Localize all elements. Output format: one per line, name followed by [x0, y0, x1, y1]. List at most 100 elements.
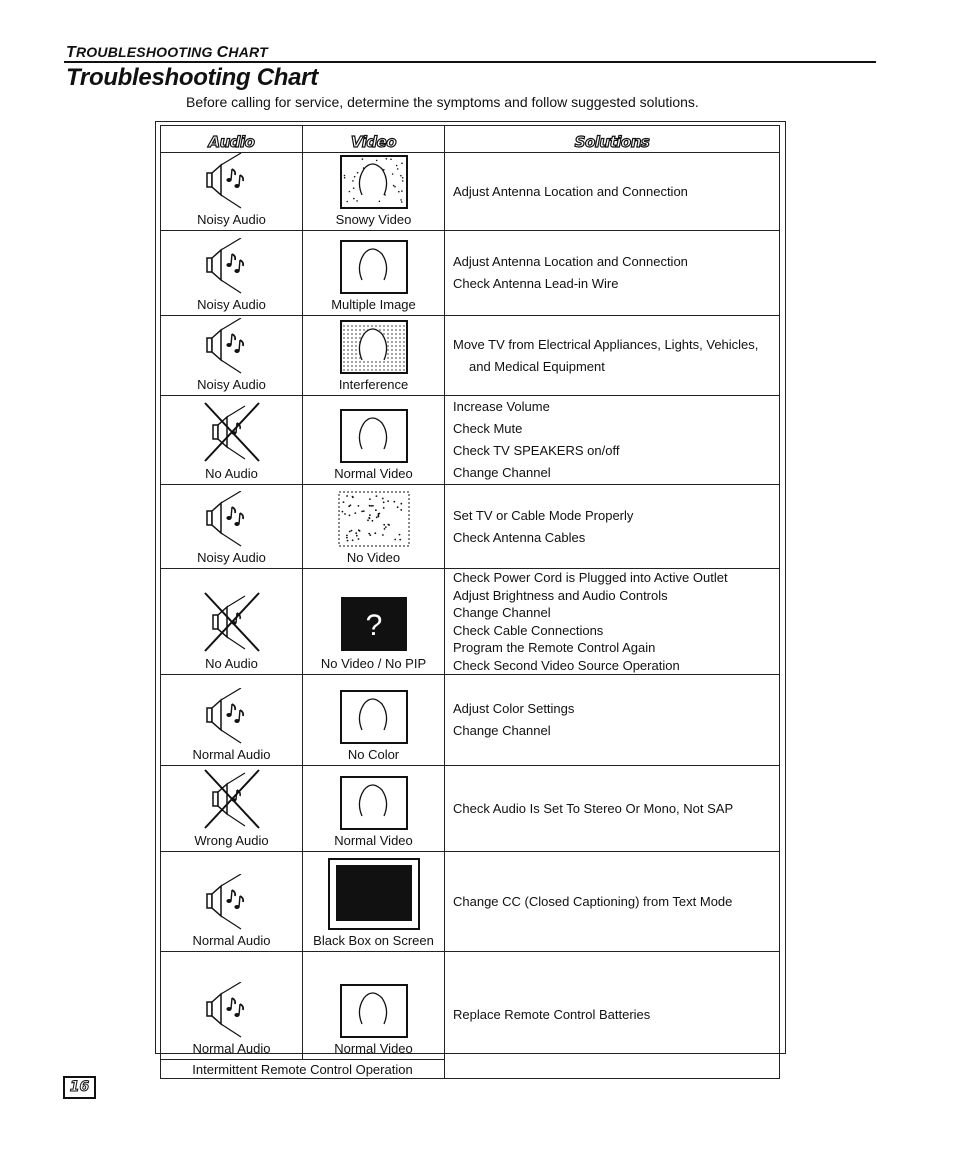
table-row: Normal Audio Normal Video Replace Remote … — [160, 951, 780, 1079]
audio-symptom-cell: No Audio — [160, 568, 303, 675]
solution-item: Adjust Antenna Location and Connection — [453, 254, 688, 269]
audio-symptom-cell: Noisy Audio — [160, 152, 303, 231]
video-symptom-label: Multiple Image — [331, 297, 416, 312]
video-symptom-label: Normal Video — [334, 833, 413, 848]
solutions-cell: Check Power Cord is Plugged into Active … — [444, 568, 780, 675]
solution-item: Replace Remote Control Batteries — [453, 1007, 651, 1022]
audio-symptom-cell: Normal Audio — [160, 851, 303, 952]
video-symptom-label: No Color — [347, 747, 400, 762]
video-symptom-label: Normal Video — [334, 1041, 413, 1056]
snowy-tv-icon — [303, 155, 444, 212]
video-symptom-label: Interference — [338, 377, 409, 392]
speaker-crossed-icon — [161, 399, 302, 466]
audio-symptom-cell: Normal Audio — [160, 674, 303, 766]
intro-text: Before calling for service, determine th… — [186, 94, 699, 110]
solutions-cell: Move TV from Electrical Appliances, Ligh… — [444, 315, 780, 396]
solution-item: Check Mute — [453, 421, 523, 436]
solution-item: Change Channel — [453, 465, 551, 480]
solution-item: Check Power Cord is Plugged into Active … — [453, 570, 728, 585]
multiple-image-tv-icon — [303, 240, 444, 297]
video-symptom-cell: Multiple Image — [302, 230, 445, 316]
interference-tv-icon — [303, 320, 444, 377]
video-symptom-cell: Black Box on Screen — [302, 851, 445, 952]
speaker-crossed-icon — [161, 766, 302, 833]
audio-symptom-cell: Noisy Audio — [160, 315, 303, 396]
speaker-notes-icon — [161, 317, 302, 377]
speaker-notes-icon — [161, 490, 302, 550]
solutions-cell: Set TV or Cable Mode Properly Check Anten… — [444, 484, 780, 569]
table-row: Noisy Audio Multiple Image Adjust Antenna… — [160, 230, 780, 316]
audio-symptom-cell: Noisy Audio — [160, 230, 303, 316]
video-symptom-label: Normal Video — [334, 466, 413, 481]
audio-symptom-label: Noisy Audio — [197, 297, 266, 312]
solution-item: Adjust Color Settings — [453, 701, 575, 716]
solution-item: Move TV from Electrical Appliances, Ligh… — [453, 336, 759, 352]
audio-symptom-cell: No Audio — [160, 395, 303, 485]
video-symptom-cell: Snowy Video — [302, 152, 445, 231]
video-symptom-cell: Normal Video — [302, 951, 445, 1060]
audio-symptom-label: Normal Audio — [192, 747, 271, 762]
solution-item: Program the Remote Control Again — [453, 640, 656, 655]
video-symptom-label: Black Box on Screen — [313, 933, 434, 948]
audio-symptom-cell: Wrong Audio — [160, 765, 303, 852]
video-symptom-label: No Video / No PIP — [320, 656, 427, 671]
video-symptom-cell: Interference — [302, 315, 445, 396]
solution-item: Adjust Brightness and Audio Controls — [453, 587, 668, 603]
table-row: Normal Audio Black Box on Screen Change CC… — [160, 851, 780, 952]
solution-item: Check Second Video Source Operation — [453, 657, 680, 673]
video-symptom-label: No Video — [346, 550, 401, 565]
solution-item: Change Channel — [453, 605, 551, 620]
audio-symptom-label: Normal Audio — [192, 1041, 271, 1056]
solution-item: Check TV SPEAKERS on/off — [453, 443, 620, 458]
audio-symptom-label: Noisy Audio — [197, 212, 266, 227]
solution-item: Check Antenna Lead-in Wire — [453, 276, 619, 291]
troubleshooting-table: Audio Video Solutions Noisy Audio Snowy … — [160, 125, 780, 1079]
column-header-solutions: Solutions — [444, 125, 780, 153]
table-row: No Audio? No Video / No PIP Check Power Co… — [160, 568, 780, 675]
audio-symptom-label: No Audio — [205, 656, 258, 671]
section-divider — [64, 61, 876, 63]
speaker-notes-icon — [161, 687, 302, 747]
page-number: 16 — [63, 1076, 96, 1099]
speaker-notes-icon — [161, 981, 302, 1041]
audio-symptom-cell: Noisy Audio — [160, 484, 303, 569]
solutions-cell: Adjust Antenna Location and Connection — [444, 152, 780, 231]
black-box-screen-icon — [303, 858, 444, 933]
solution-item: Check Cable Connections — [453, 622, 604, 638]
speaker-crossed-icon — [161, 589, 302, 656]
audio-symptom-cell: Normal Audio — [160, 951, 303, 1060]
section-label: TROUBLESHOOTING CHART — [66, 44, 268, 61]
table-row: Noisy Audio Interference Move TV from Ele… — [160, 315, 780, 396]
solution-item: Increase Volume — [453, 399, 550, 414]
solutions-cell: Change CC (Closed Captioning) from Text … — [444, 851, 780, 952]
static-tv-icon — [303, 491, 444, 550]
symptom-footer-label: Intermittent Remote Control Operation — [160, 1059, 445, 1079]
page-title: Troubleshooting Chart — [66, 64, 318, 91]
column-header-audio: Audio — [160, 125, 303, 153]
column-header-video: Video — [302, 125, 445, 153]
audio-symptom-label: Noisy Audio — [197, 377, 266, 392]
table-row: Normal Audio No Color Adjust Color Settin… — [160, 674, 780, 766]
video-symptom-cell: No Color — [302, 674, 445, 766]
audio-symptom-label: No Audio — [205, 466, 258, 481]
video-symptom-cell: Normal Video — [302, 395, 445, 485]
normal-tv-icon — [303, 409, 444, 466]
video-symptom-cell: Normal Video — [302, 765, 445, 852]
normal-tv-icon — [303, 776, 444, 833]
table-row: No Audio Normal Video Increase Volume Chec… — [160, 395, 780, 485]
table-row: Wrong Audio Normal Video Check Audio Is S… — [160, 765, 780, 852]
question-mark-screen-icon: ? — [303, 595, 444, 656]
speaker-notes-icon — [161, 152, 302, 212]
video-symptom-label: Snowy Video — [335, 212, 412, 227]
solutions-cell: Check Audio Is Set To Stereo Or Mono, No… — [444, 765, 780, 852]
solution-item: Set TV or Cable Mode Properly — [453, 507, 634, 523]
video-symptom-cell: ? No Video / No PIP — [302, 568, 445, 675]
solution-item: Adjust Antenna Location and Connection — [453, 183, 688, 199]
solution-item: and Medical Equipment — [469, 358, 605, 374]
table-row: Noisy Audio Snowy Video Adjust Antenna Lo… — [160, 152, 780, 231]
speaker-notes-icon — [161, 237, 302, 297]
solution-item: Change Channel — [453, 723, 551, 738]
solutions-cell: Adjust Antenna Location and Connection Ch… — [444, 230, 780, 316]
video-symptom-cell: No Video — [302, 484, 445, 569]
solutions-cell: Replace Remote Control Batteries — [444, 951, 780, 1079]
